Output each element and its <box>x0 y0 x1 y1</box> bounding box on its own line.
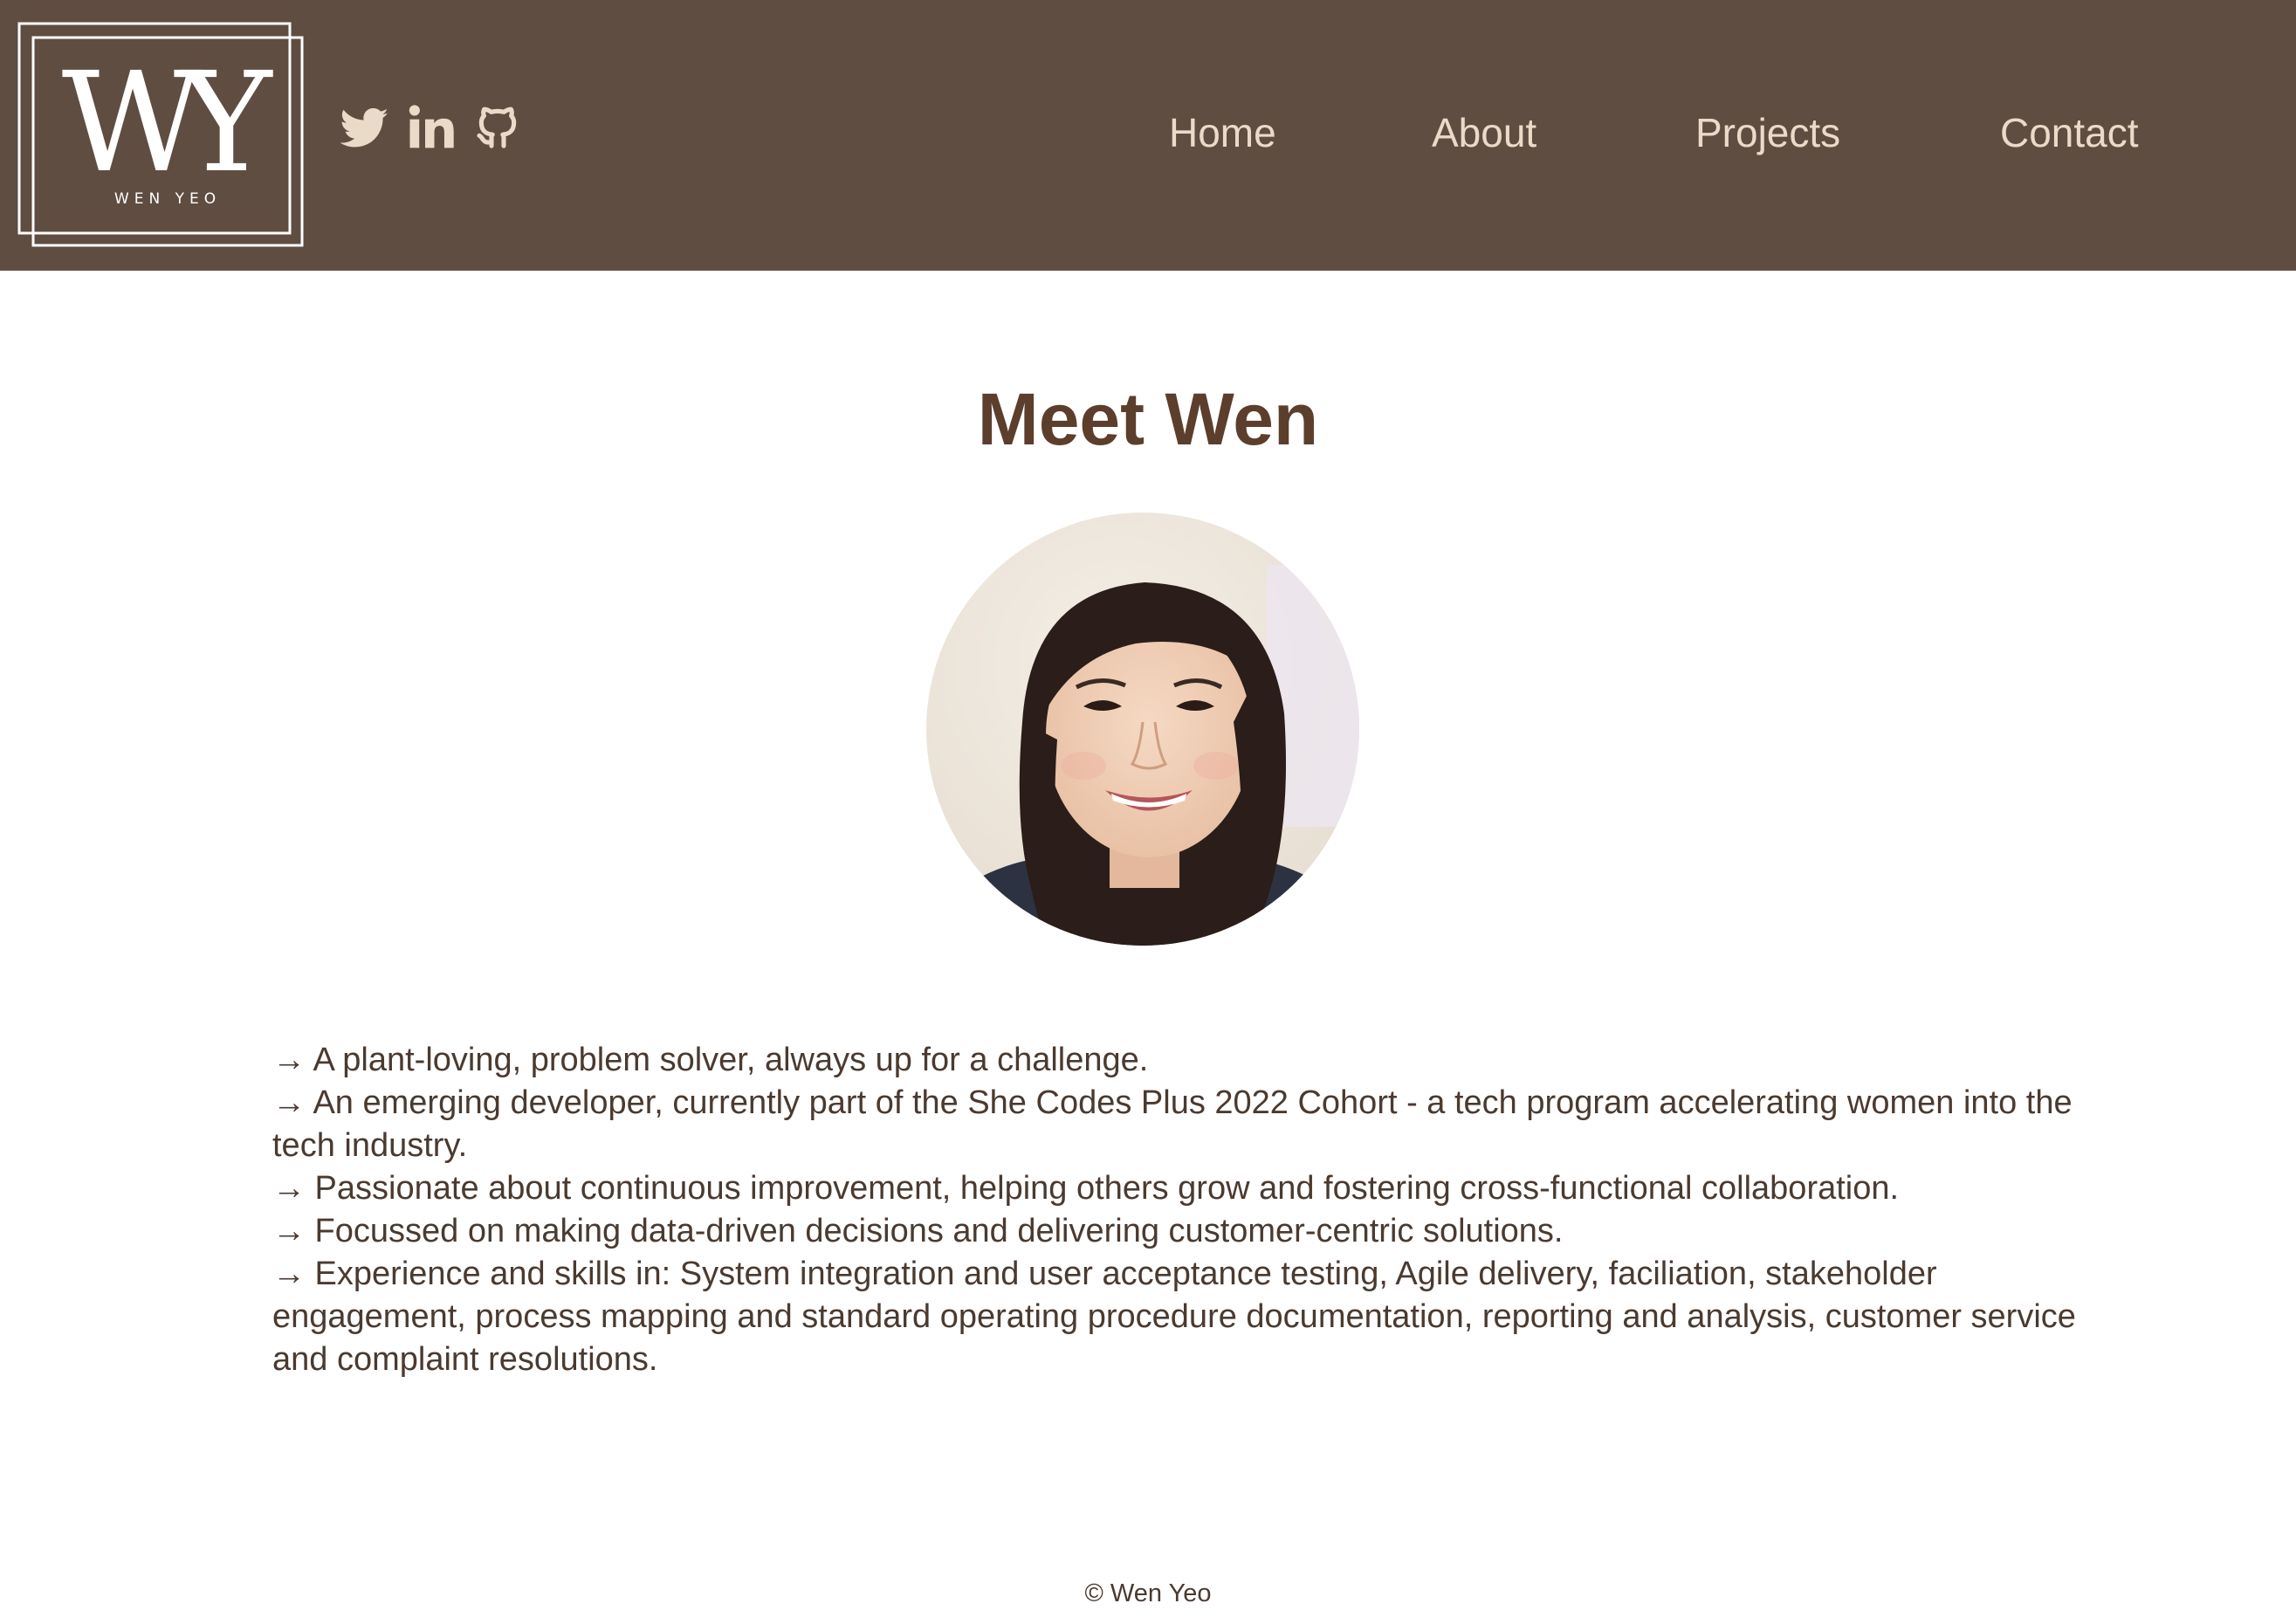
nav-about-link[interactable]: About <box>1432 107 1536 159</box>
profile-photo <box>926 513 1359 946</box>
bio-item: → Passionate about continuous improvemen… <box>272 1170 1900 1207</box>
nav-projects-link[interactable]: Projects <box>1695 107 1840 159</box>
bio-list: → A plant-loving, problem solver, always… <box>272 1039 2132 1381</box>
bio-item: → A plant-loving, problem solver, always… <box>272 1042 1149 1078</box>
copyright-text: © Wen Yeo <box>1084 1579 1212 1607</box>
bio-item: → Focussed on making data-driven decisio… <box>272 1213 1564 1249</box>
site-header: WY WEN YEO Home About Projects Contact <box>0 0 2296 271</box>
site-footer: © Wen Yeo <box>0 1576 2296 1611</box>
bio-item: → An emerging developer, currently part … <box>272 1084 2073 1164</box>
page-title: Meet Wen <box>977 378 1319 460</box>
main-nav: Home About Projects Contact <box>0 107 2296 159</box>
logo-wordmark: WEN YEO <box>114 190 221 208</box>
nav-contact-link[interactable]: Contact <box>2000 107 2139 159</box>
nav-home-link[interactable]: Home <box>1169 107 1276 159</box>
bio-item: → Experience and skills in: System integ… <box>272 1256 2076 1378</box>
